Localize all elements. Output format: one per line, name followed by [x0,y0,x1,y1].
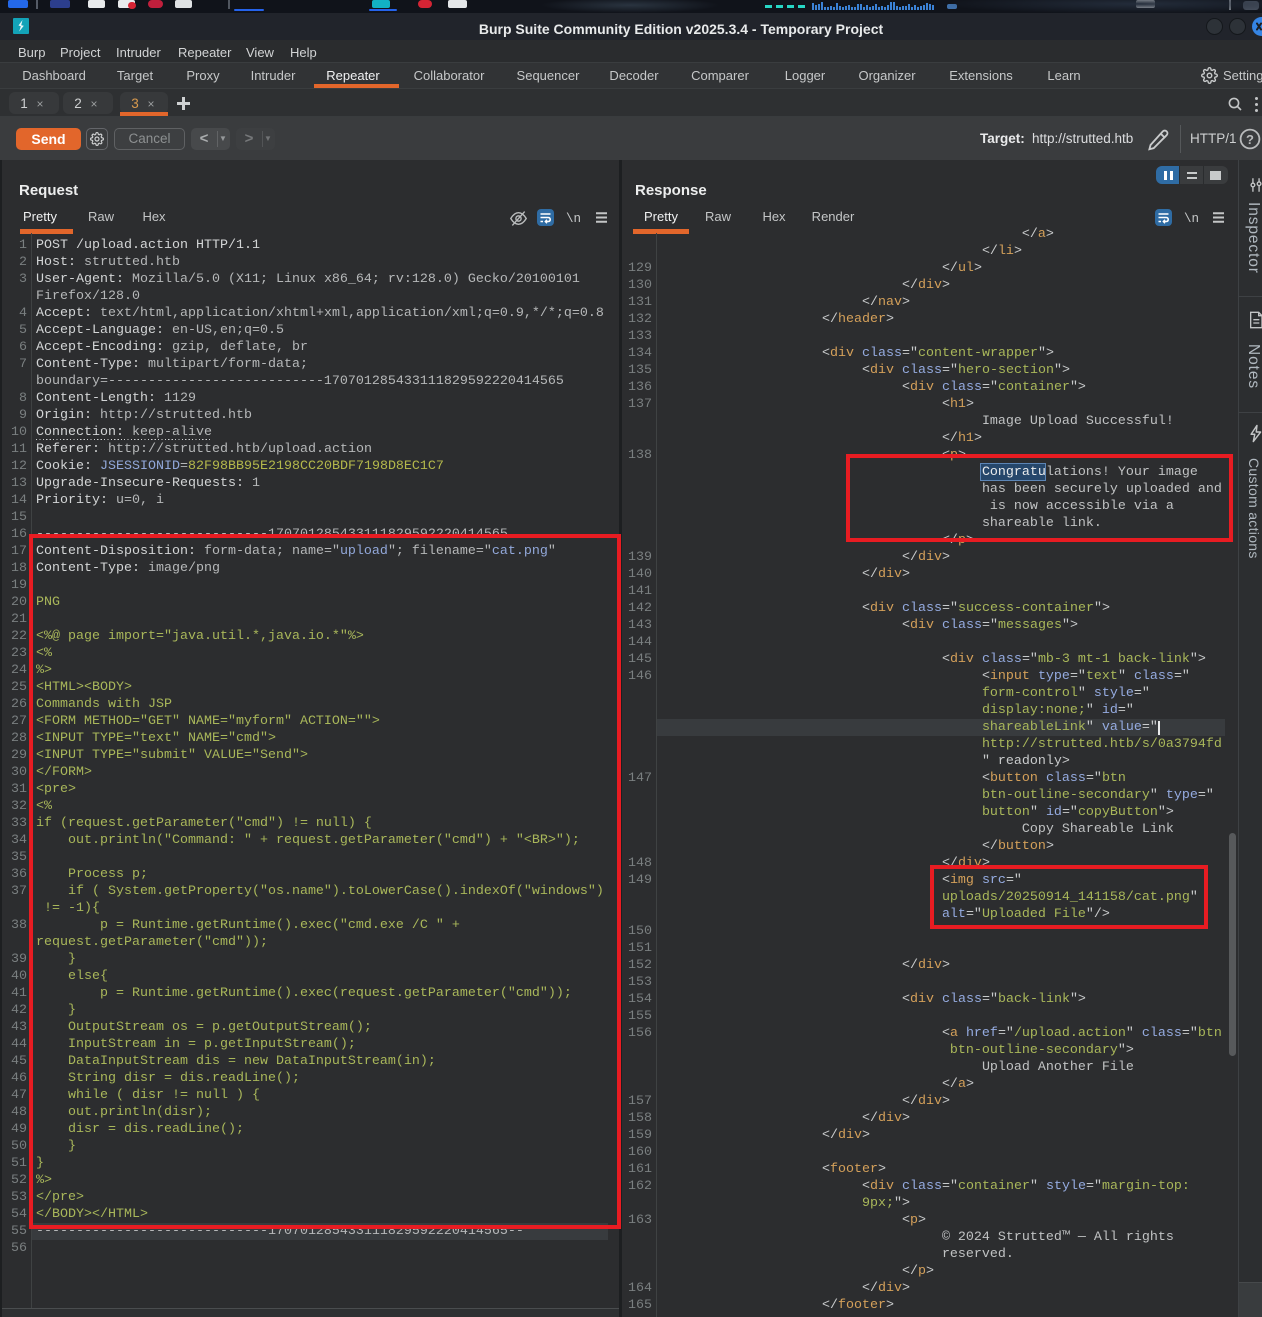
svg-text:?: ? [1246,132,1254,147]
